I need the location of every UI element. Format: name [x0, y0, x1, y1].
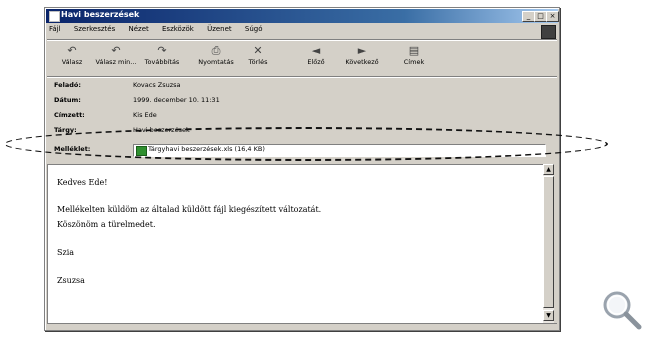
body-line: Kedves Ede! — [57, 178, 108, 187]
reply-all-icon: ↶ — [111, 44, 121, 57]
previous-label: Előző — [307, 58, 325, 66]
close-button[interactable]: × — [546, 11, 559, 22]
delete-label: Törlés — [248, 58, 268, 66]
reply-button[interactable]: ↶ Válasz — [51, 44, 93, 72]
address-book-label: Címek — [403, 58, 425, 66]
envelope-icon — [49, 11, 60, 22]
body-line: Szia — [57, 248, 75, 257]
body-line: Zsuzsa — [57, 276, 85, 285]
message-body[interactable]: Kedves Ede! Mellékelten küldöm az általa… — [47, 164, 545, 324]
window-title: Havi beszerzések — [61, 10, 140, 19]
body-line: Köszönöm a türelmedet. — [57, 220, 156, 229]
menu-bar: Fájl Szerkesztés Nézet Eszközök Üzenet S… — [49, 25, 557, 37]
forward-icon: ↷ — [157, 44, 167, 57]
next-button[interactable]: ► Következő — [341, 44, 383, 72]
menu-edit[interactable]: Szerkesztés — [74, 25, 115, 33]
menu-file[interactable]: Fájl — [49, 25, 61, 33]
windows-logo-icon — [541, 25, 556, 39]
reply-icon: ↶ — [67, 44, 77, 57]
print-button[interactable]: ⎙ Nyomtatás — [195, 44, 237, 72]
magnifier-icon[interactable] — [600, 288, 644, 334]
address-book-icon: ▤ — [408, 44, 420, 57]
title-bar[interactable]: Havi beszerzések _ □ × — [46, 9, 559, 23]
reply-all-button[interactable]: ↶ Válasz min... — [95, 44, 137, 72]
attachment-highlight-ellipse — [4, 127, 608, 161]
vertical-scrollbar[interactable]: ▲ ▼ — [543, 164, 554, 323]
menu-help[interactable]: Súgó — [245, 25, 263, 33]
body-line: Mellékelten küldöm az általad küldött fá… — [57, 205, 322, 214]
next-label: Következő — [345, 58, 379, 66]
scroll-thumb[interactable] — [543, 176, 554, 308]
scroll-up-arrow-icon[interactable]: ▲ — [543, 164, 554, 175]
menu-separator — [47, 39, 557, 41]
forward-label: Továbbítás — [144, 58, 180, 66]
forward-button[interactable]: ↷ Továbbítás — [141, 44, 183, 72]
print-label: Nyomtatás — [198, 58, 234, 66]
from-label: Feladó: — [54, 81, 81, 89]
menu-tools[interactable]: Eszközök — [162, 25, 194, 33]
status-bar — [47, 323, 557, 330]
reply-label: Válasz — [61, 58, 83, 66]
menu-message[interactable]: Üzenet — [207, 25, 232, 33]
previous-button[interactable]: ◄ Előző — [295, 44, 337, 72]
previous-icon: ◄ — [311, 44, 321, 57]
from-value: Kovacs Zsuzsa — [133, 81, 181, 89]
mail-window: Havi beszerzések _ □ × Fájl Szerkesztés … — [44, 7, 560, 331]
date-value: 1999. december 10. 11:31 — [133, 96, 220, 104]
to-value: Kis Ede — [133, 111, 157, 119]
reply-all-label: Válasz min... — [95, 58, 137, 66]
next-icon: ► — [357, 44, 367, 57]
toolbar-separator — [47, 76, 557, 78]
to-label: Címzett: — [54, 111, 85, 119]
address-book-button[interactable]: ▤ Címek — [393, 44, 435, 72]
scroll-down-arrow-icon[interactable]: ▼ — [543, 310, 554, 321]
print-icon: ⎙ — [211, 44, 221, 57]
delete-button[interactable]: ✕ Törlés — [237, 44, 279, 72]
delete-icon: ✕ — [253, 44, 263, 57]
date-label: Dátum: — [54, 96, 81, 104]
menu-view[interactable]: Nézet — [128, 25, 148, 33]
